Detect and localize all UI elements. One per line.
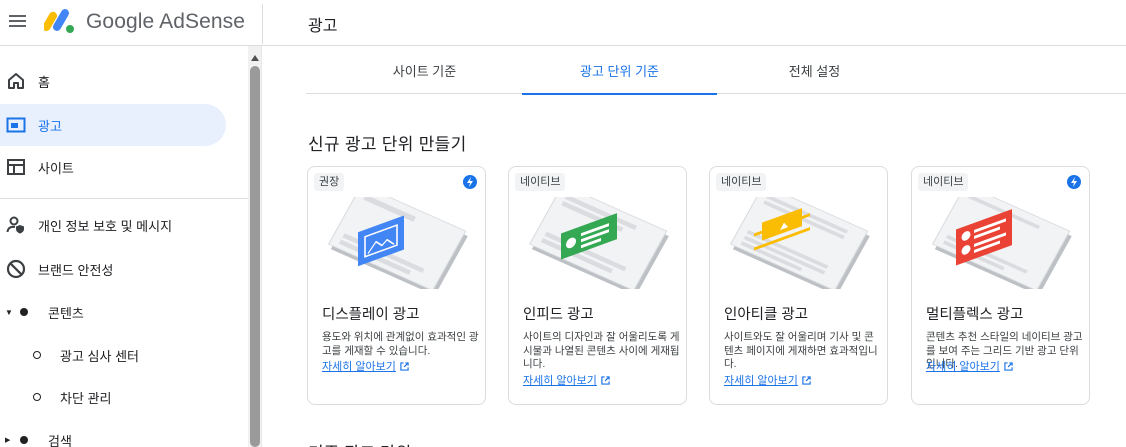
sidebar-item-label: 광고 (38, 118, 62, 134)
sidebar-item-search[interactable]: ▶ 검색 (0, 419, 226, 447)
card-title: 인피드 광고 (523, 307, 594, 323)
expand-arrow-icon: ▼ (5, 307, 13, 317)
external-link-icon (601, 376, 610, 385)
sidebar-item-content[interactable]: ▼ 콘텐츠 (0, 291, 226, 333)
menu-icon[interactable] (8, 11, 28, 31)
sidebar-item-label: 개인 정보 보호 및 메시지 (38, 218, 173, 234)
sidebar-item-ads[interactable]: 광고 (0, 104, 226, 146)
card-title: 인아티클 광고 (724, 307, 809, 323)
bullet-hollow-icon (33, 393, 41, 401)
sidebar-item-brand-safety[interactable]: 브랜드 안전성 (0, 248, 226, 290)
existing-ad-units-title: 기존 광고 단위 (308, 439, 411, 447)
sidebar-item-label: 검색 (48, 433, 72, 447)
auto-bolt-icon (1067, 175, 1081, 189)
main-content: 사이트 기준 광고 단위 기준 전체 설정 신규 광고 단위 만들기 권장 디스… (262, 46, 1126, 447)
learn-more-link[interactable]: 자세히 알아보기 (523, 372, 610, 388)
scroll-up-arrow-icon[interactable] (251, 55, 259, 61)
auto-bolt-icon (463, 175, 477, 189)
card-description: 사이트의 디자인과 잘 어울리도록 게시물과 나열된 콘텐츠 사이에 게재됩니다… (523, 331, 680, 370)
sidebar-item-home[interactable]: 홈 (0, 60, 226, 102)
sidebar-item-label: 차단 관리 (60, 390, 112, 406)
topbar-divider (262, 4, 263, 44)
learn-more-link[interactable]: 자세히 알아보기 (926, 358, 1013, 374)
learn-more-link[interactable]: 자세히 알아보기 (724, 372, 811, 388)
display-ads-card[interactable]: 권장 디스플레이 광고 용도와 위치에 관계없이 효과적인 광고를 게재할 수 … (307, 166, 486, 405)
bullet-icon (20, 436, 28, 444)
block-icon (6, 259, 26, 279)
in-article-ad-illustration-icon (729, 197, 870, 289)
card-title: 디스플레이 광고 (322, 307, 420, 323)
learn-more-label: 자세히 알아보기 (322, 361, 396, 373)
adsense-logo-icon (44, 9, 74, 33)
card-description: 용도와 위치에 관계없이 효과적인 광고를 게재할 수 있습니다. (322, 331, 479, 357)
sidebar: 홈 광고 사이트 개인 정보 보호 및 메시지 브랜드 안전성 ▼ 콘텐츠 광고… (0, 46, 248, 447)
learn-more-link[interactable]: 자세히 알아보기 (322, 358, 409, 374)
tab-bar: 사이트 기준 광고 단위 기준 전체 설정 (306, 50, 1126, 95)
badge: 네이티브 (515, 173, 566, 191)
external-link-icon (802, 376, 811, 385)
sidebar-item-label: 광고 심사 센터 (60, 348, 139, 364)
badge: 권장 (314, 173, 345, 191)
badge: 네이티브 (918, 173, 969, 191)
learn-more-label: 자세히 알아보기 (926, 361, 1000, 373)
sidebar-item-sites[interactable]: 사이트 (0, 146, 226, 188)
external-link-icon (1004, 362, 1013, 371)
sidebar-scrollbar[interactable] (248, 46, 262, 447)
multiplex-ads-card[interactable]: 네이티브 멀티플렉스 광고 콘텐츠 추천 스타일의 네이티브 광고를 보여 주는… (911, 166, 1090, 405)
tab-by-site[interactable]: 사이트 기준 (327, 50, 522, 94)
external-link-icon (400, 362, 409, 371)
sidebar-divider (0, 198, 248, 199)
tab-global-settings[interactable]: 전체 설정 (717, 50, 912, 94)
card-title: 멀티플렉스 광고 (926, 307, 1024, 323)
card-description: 사이트와도 잘 어울리며 기사 및 콘텐츠 페이지에 게재하면 효과적입니다. (724, 331, 878, 370)
learn-more-label: 자세히 알아보기 (523, 375, 597, 387)
multiplex-ad-illustration-icon (931, 197, 1072, 289)
page-title: 광고 (308, 18, 338, 35)
ads-icon (6, 117, 26, 133)
bullet-icon (20, 308, 28, 316)
scrollbar-thumb[interactable] (250, 66, 260, 447)
sites-icon (7, 159, 25, 175)
sidebar-item-label: 홈 (38, 74, 50, 90)
in-feed-ad-illustration-icon (528, 197, 669, 289)
in-feed-ads-card[interactable]: 네이티브 인피드 광고 사이트의 디자인과 잘 어울리도록 게시물과 나열된 콘… (508, 166, 687, 405)
learn-more-label: 자세히 알아보기 (724, 375, 798, 387)
bullet-hollow-icon (33, 351, 41, 359)
sidebar-item-ad-review-center[interactable]: 광고 심사 센터 (0, 334, 226, 376)
tab-by-ad-unit[interactable]: 광고 단위 기준 (522, 50, 717, 95)
display-ad-illustration-icon (327, 197, 468, 289)
sidebar-item-label: 브랜드 안전성 (38, 262, 114, 278)
sidebar-item-blocking-controls[interactable]: 차단 관리 (0, 376, 226, 418)
home-icon (8, 73, 24, 89)
sidebar-item-privacy[interactable]: 개인 정보 보호 및 메시지 (0, 204, 226, 246)
top-app-bar: Google AdSense 광고 (0, 0, 1126, 46)
collapse-arrow-icon: ▶ (5, 437, 11, 444)
sidebar-item-label: 사이트 (38, 160, 74, 176)
in-article-ads-card[interactable]: 네이티브 인아티클 광고 사이트와도 잘 어울리며 기사 및 콘텐츠 페이지에 … (709, 166, 888, 405)
brand-name: Google AdSense (86, 10, 246, 33)
sidebar-item-label: 콘텐츠 (48, 305, 84, 321)
section-title: 신규 광고 단위 만들기 (308, 135, 467, 154)
privacy-messaging-icon (6, 216, 24, 234)
badge: 네이티브 (716, 173, 767, 191)
